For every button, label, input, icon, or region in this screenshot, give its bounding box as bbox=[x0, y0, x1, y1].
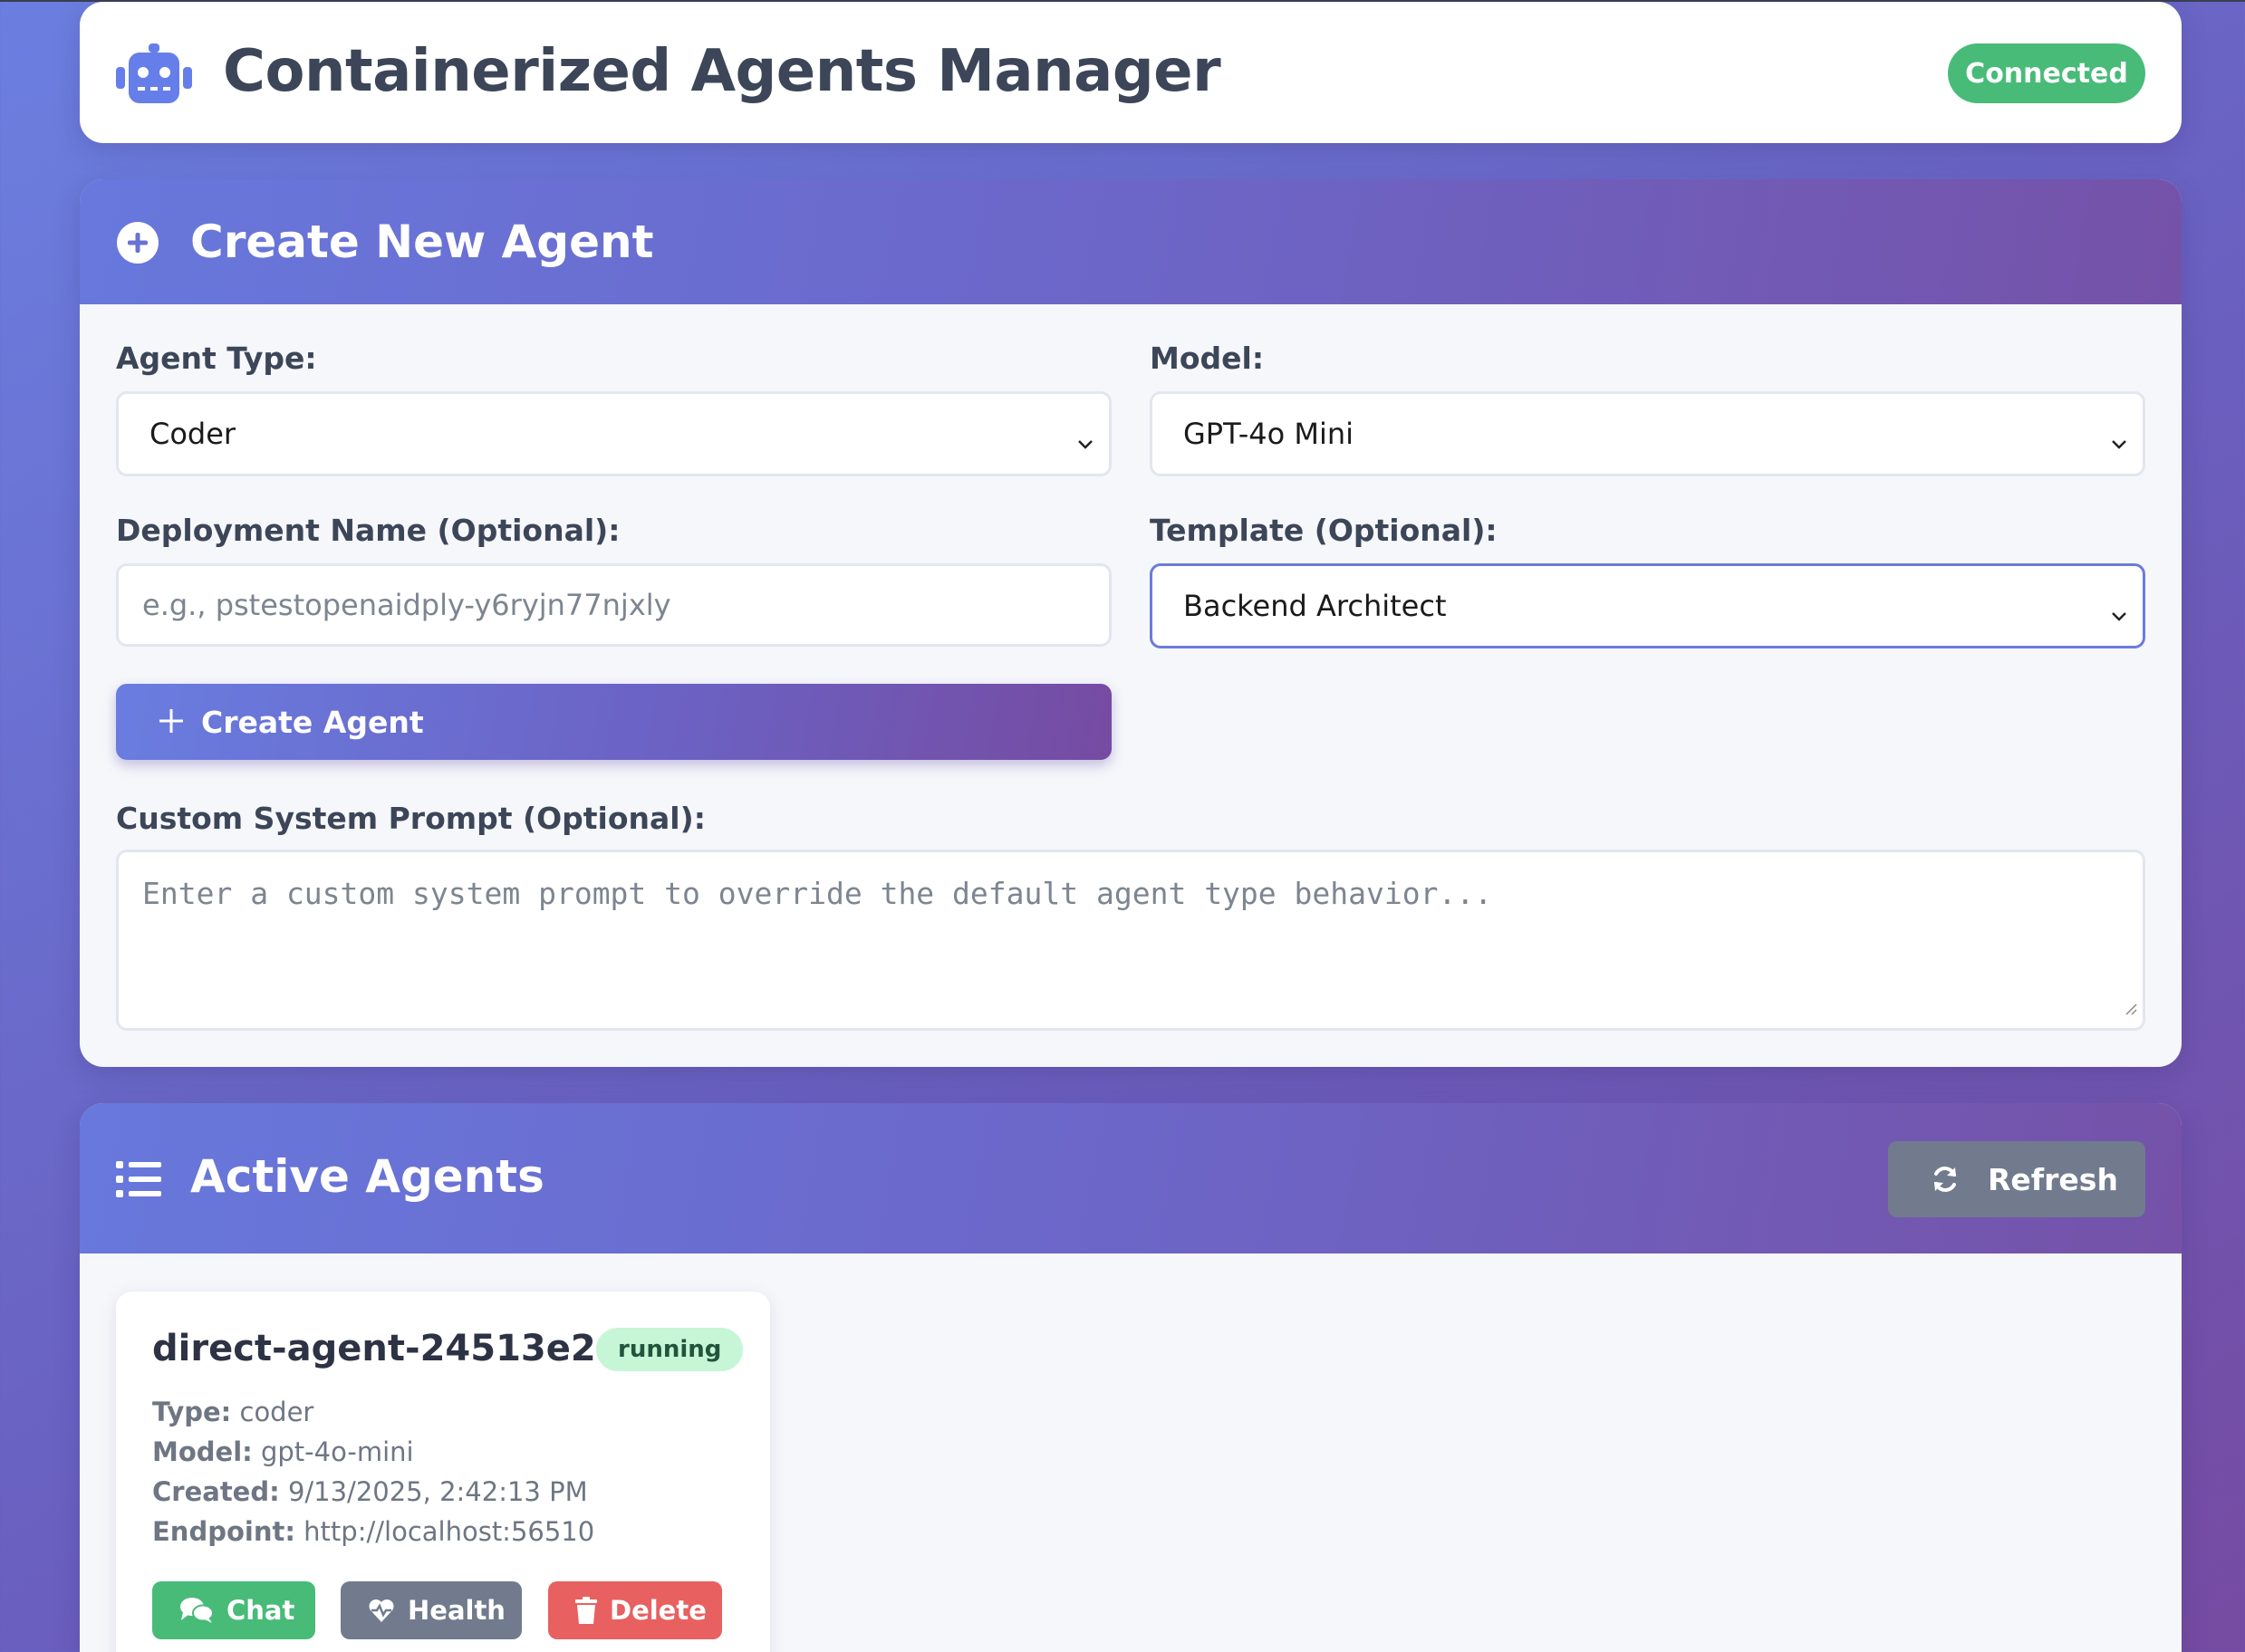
chevron-down-icon bbox=[2110, 426, 2128, 460]
refresh-button-label: Refresh bbox=[1988, 1161, 2118, 1197]
connection-status-badge: Connected bbox=[1948, 43, 2145, 103]
heart-pulse-icon bbox=[369, 1599, 394, 1622]
custom-prompt-label: Custom System Prompt (Optional): bbox=[116, 801, 706, 836]
create-agent-panel: Create New Agent Agent Type: Coder Model… bbox=[80, 179, 2182, 1067]
delete-button-label: Delete bbox=[610, 1595, 707, 1626]
create-agent-header: Create New Agent bbox=[80, 179, 2182, 304]
chat-button-label: Chat bbox=[226, 1595, 295, 1626]
app-title: Containerized Agents Manager bbox=[223, 38, 1221, 105]
agent-endpoint-info-label: Endpoint: bbox=[152, 1516, 295, 1547]
trash-icon bbox=[575, 1597, 597, 1624]
agent-endpoint-info: Endpoint: http://localhost:56510 bbox=[152, 1516, 594, 1547]
health-button[interactable]: Health bbox=[341, 1581, 522, 1639]
agent-created-info: Created: 9/13/2025, 2:42:13 PM bbox=[152, 1476, 588, 1507]
agent-type-label: Agent Type: bbox=[116, 341, 317, 376]
model-value: GPT-4o Mini bbox=[1183, 417, 1354, 451]
agent-card: direct-agent-24513e2c running Type: code… bbox=[116, 1292, 770, 1652]
template-value: Backend Architect bbox=[1183, 589, 1447, 623]
custom-prompt-placeholder: Enter a custom system prompt to override… bbox=[142, 876, 1493, 911]
chevron-down-icon bbox=[2110, 598, 2128, 632]
active-agents-title: Active Agents bbox=[190, 1150, 544, 1203]
template-select[interactable]: Backend Architect bbox=[1150, 563, 2145, 648]
agent-model-info-value: gpt-4o-mini bbox=[260, 1436, 414, 1467]
agent-type-info-label: Type: bbox=[152, 1397, 232, 1427]
agent-type-select[interactable]: Coder bbox=[116, 391, 1112, 476]
create-agent-title: Create New Agent bbox=[190, 216, 654, 268]
model-label: Model: bbox=[1150, 341, 1265, 376]
plus-icon bbox=[158, 703, 185, 741]
agent-endpoint-info-value: http://localhost:56510 bbox=[304, 1516, 595, 1547]
list-icon bbox=[116, 1161, 161, 1201]
chat-button[interactable]: Chat bbox=[152, 1581, 315, 1639]
create-agent-button[interactable]: Create Agent bbox=[116, 684, 1112, 760]
refresh-button[interactable]: Refresh bbox=[1888, 1141, 2145, 1217]
custom-prompt-textarea[interactable]: Enter a custom system prompt to override… bbox=[116, 850, 2145, 1031]
deployment-name-placeholder: e.g., pstestopenaidply-y6ryjn77njxly bbox=[142, 588, 671, 622]
delete-button[interactable]: Delete bbox=[548, 1581, 722, 1639]
active-agents-panel: Active Agents Refresh direct-agent-24513… bbox=[80, 1103, 2182, 1652]
agent-model-info: Model: gpt-4o-mini bbox=[152, 1436, 414, 1467]
agent-type-info-value: coder bbox=[239, 1397, 314, 1427]
agent-model-info-label: Model: bbox=[152, 1436, 253, 1467]
app-header: Containerized Agents Manager Connected bbox=[80, 2, 2182, 143]
refresh-icon bbox=[1930, 1164, 1961, 1195]
robot-icon bbox=[116, 43, 192, 107]
agent-status-badge: running bbox=[596, 1328, 744, 1371]
template-label: Template (Optional): bbox=[1150, 513, 1498, 548]
chevron-down-icon bbox=[1076, 426, 1094, 460]
agent-created-info-value: 9/13/2025, 2:42:13 PM bbox=[287, 1476, 588, 1507]
deployment-name-input[interactable]: e.g., pstestopenaidply-y6ryjn77njxly bbox=[116, 563, 1112, 647]
health-button-label: Health bbox=[408, 1595, 506, 1626]
chat-bubbles-icon bbox=[180, 1598, 214, 1623]
agent-created-info-label: Created: bbox=[152, 1476, 280, 1507]
deployment-name-label: Deployment Name (Optional): bbox=[116, 513, 621, 548]
model-select[interactable]: GPT-4o Mini bbox=[1150, 391, 2145, 476]
agent-type-value: Coder bbox=[149, 417, 236, 451]
plus-circle-icon bbox=[116, 221, 159, 268]
agent-type-info: Type: coder bbox=[152, 1397, 313, 1427]
create-agent-button-label: Create Agent bbox=[201, 704, 424, 740]
agent-name: direct-agent-24513e2c bbox=[152, 1328, 618, 1369]
resize-handle-icon[interactable] bbox=[2123, 987, 2137, 1023]
active-agents-header: Active Agents Refresh bbox=[80, 1103, 2182, 1253]
